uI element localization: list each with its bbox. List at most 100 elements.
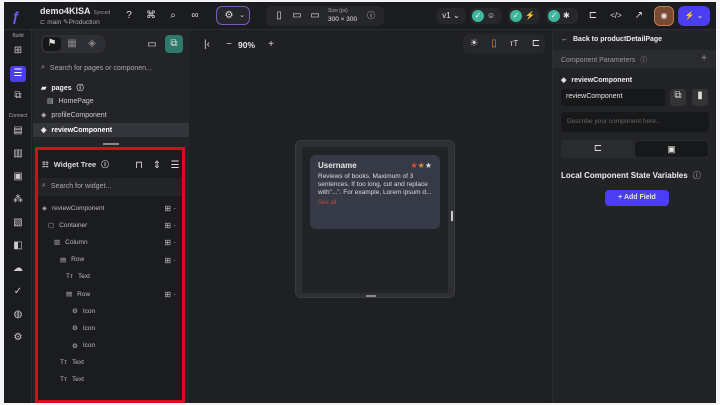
top-bar: ƒ demo4KISA Synced ⊏ main ✎Production ? ⌘…: [4, 2, 716, 30]
zoom-level[interactable]: 90%: [238, 40, 255, 50]
back-button[interactable]: ← Back to productDetailPage: [561, 36, 662, 43]
page-search-input[interactable]: Search for pages or componen...: [50, 65, 152, 72]
size-value[interactable]: 300 × 300: [328, 16, 357, 23]
flash-icon: ⚡: [525, 11, 535, 20]
tree-select-icon[interactable]: ⊏: [529, 37, 543, 51]
page-item-profile-component[interactable]: ◈ profileComponent: [41, 111, 107, 120]
page-item-homepage[interactable]: ▤ HomePage: [47, 97, 94, 106]
component-icon: ◈: [41, 112, 47, 119]
logic-tab-icon[interactable]: ⊏: [591, 142, 605, 156]
info-icon: ⓘ: [640, 57, 648, 64]
connect-section-label: Connect: [8, 113, 28, 119]
review-card[interactable]: Username ★★★ Reviews of books. Maximum of…: [310, 155, 440, 229]
integrations-icon[interactable]: ⁂: [10, 192, 26, 208]
folder-icon: ▰: [41, 85, 47, 92]
build-status[interactable]: ✓ ⚡: [508, 8, 540, 24]
preview-eye-button[interactable]: ◉: [654, 6, 674, 26]
settings-icon[interactable]: ⚙: [10, 330, 26, 346]
version-selector[interactable]: v1 ⌄: [436, 8, 466, 24]
zoom-out-icon[interactable]: −: [222, 38, 236, 52]
branch-info[interactable]: ⊏ main ✎Production: [40, 18, 100, 26]
test-icon[interactable]: ✓: [10, 284, 26, 300]
preview-status[interactable]: ✓ ☺: [470, 8, 502, 24]
add-page-icon[interactable]: ⧉: [165, 35, 183, 53]
check-icon: ✓: [510, 10, 522, 22]
zoom-in-icon[interactable]: +: [264, 38, 278, 52]
api-icon[interactable]: ▣: [10, 169, 26, 185]
resize-handle[interactable]: [451, 211, 453, 221]
theme-icon[interactable]: ◧: [10, 238, 26, 254]
page-icon: ▤: [47, 98, 54, 105]
delete-icon[interactable]: ▮: [692, 89, 708, 106]
nav-rail: Build ⊞ ☰ ⧉ Connect ▤ ▥ ▣ ⁂ ▧ ◧ ☁ ✓ ◍ ⚙: [4, 30, 32, 403]
check-icon: ✓: [548, 10, 560, 22]
state-vars-header: Local Component State Variables ⓘ: [561, 170, 701, 181]
check-icon: ✓: [472, 10, 484, 22]
new-folder-icon[interactable]: ▭: [145, 38, 159, 52]
add-widget-icon[interactable]: ⊞: [10, 43, 26, 59]
build-section-label: Build: [12, 33, 24, 39]
debug-status[interactable]: ✓ ✱: [546, 8, 578, 24]
review-body-text: Reviews of books. Maximum of 3 sentences…: [318, 173, 432, 196]
device-selector: ▯ ▭ ▭ Size (px) 300 × 300 ⓘ: [266, 6, 384, 26]
command-icon[interactable]: ⌘: [144, 9, 158, 23]
pages-tab-icon[interactable]: ⚑: [43, 37, 61, 51]
code-icon[interactable]: </>: [609, 9, 623, 23]
sync-status: Synced: [93, 10, 111, 16]
database-icon[interactable]: ▤: [10, 123, 26, 139]
branch-icon[interactable]: ⊏: [586, 9, 600, 23]
component-name-input[interactable]: reviewComponent: [561, 89, 665, 106]
canvas-area: |‹ − 90% + ☀ ▯ тT ⊏ Username ★★★ Reviews …: [190, 30, 551, 403]
app-window: ƒ demo4KISA Synced ⊏ main ✎Production ? ⌘…: [4, 2, 716, 403]
resize-handle[interactable]: [366, 295, 376, 297]
properties-panel: ← Back to productDetailPage Component Par…: [552, 30, 716, 403]
cloud-icon[interactable]: ☁: [10, 261, 26, 277]
pages-folder-label: pages: [51, 84, 72, 92]
state-tab-icon[interactable]: ▣: [635, 141, 708, 157]
search-icon[interactable]: ⌕: [166, 9, 180, 23]
info-icon[interactable]: ⓘ: [364, 9, 378, 23]
globe-icon[interactable]: ◍: [10, 307, 26, 323]
description-input[interactable]: Describe your component here...: [561, 112, 709, 132]
canvas-tools: ☀ ▯ тT ⊏: [463, 34, 545, 54]
app-logo: ƒ: [12, 8, 20, 24]
resize-handle[interactable]: [103, 143, 119, 145]
device-frame-icon[interactable]: ▯: [487, 37, 501, 51]
project-name: demo4KISA: [40, 6, 91, 16]
phone-icon[interactable]: ▯: [272, 9, 286, 23]
brightness-icon[interactable]: ☀: [467, 37, 481, 51]
chat-icon: ☺: [487, 11, 496, 20]
component-name-heading: reviewComponent: [571, 76, 633, 84]
star-icon: ★: [410, 161, 418, 170]
desktop-icon[interactable]: ▭: [308, 9, 322, 23]
page-label: reviewComponent: [51, 126, 113, 134]
library-tab-icon[interactable]: ◈: [85, 37, 99, 51]
media-icon[interactable]: ▧: [10, 215, 26, 231]
params-header: Component Parameters ⓘ +: [553, 50, 716, 68]
info-icon: ⓘ: [76, 85, 84, 92]
collapse-panel-icon[interactable]: |‹: [200, 38, 214, 52]
environment-name: Production: [68, 19, 100, 26]
link-icon[interactable]: ∞: [188, 9, 202, 23]
widget-tree-icon[interactable]: ☰: [10, 66, 26, 82]
text-scale-icon[interactable]: тT: [507, 37, 521, 51]
help-icon[interactable]: ?: [122, 9, 136, 23]
pages-folder[interactable]: ▰ pages ⓘ: [41, 83, 84, 93]
highlight-box: [35, 147, 185, 403]
storyboard-icon[interactable]: ⧉: [10, 88, 26, 104]
project-title[interactable]: demo4KISA Synced: [40, 6, 110, 16]
app-state-icon[interactable]: ▥: [10, 146, 26, 162]
page-item-review-component[interactable]: ◈ reviewComponent: [33, 123, 189, 137]
open-external-icon[interactable]: ↗: [632, 9, 646, 23]
copy-icon[interactable]: ⧉: [670, 89, 686, 106]
version-label: v1: [442, 11, 451, 20]
tablet-icon[interactable]: ▭: [290, 9, 304, 23]
search-icon: ⌕: [41, 64, 45, 71]
page-search[interactable]: ⌕ Search for pages or componen...: [41, 64, 152, 72]
widget-palette-button[interactable]: ⚙ ⌄: [216, 6, 250, 25]
components-tab-icon[interactable]: ▦: [65, 37, 79, 51]
add-param-icon[interactable]: +: [697, 52, 711, 66]
see-all-link[interactable]: See all: [318, 200, 432, 206]
run-button[interactable]: ⚡ ⌄: [678, 6, 710, 26]
add-field-button[interactable]: + Add Field: [605, 190, 669, 206]
